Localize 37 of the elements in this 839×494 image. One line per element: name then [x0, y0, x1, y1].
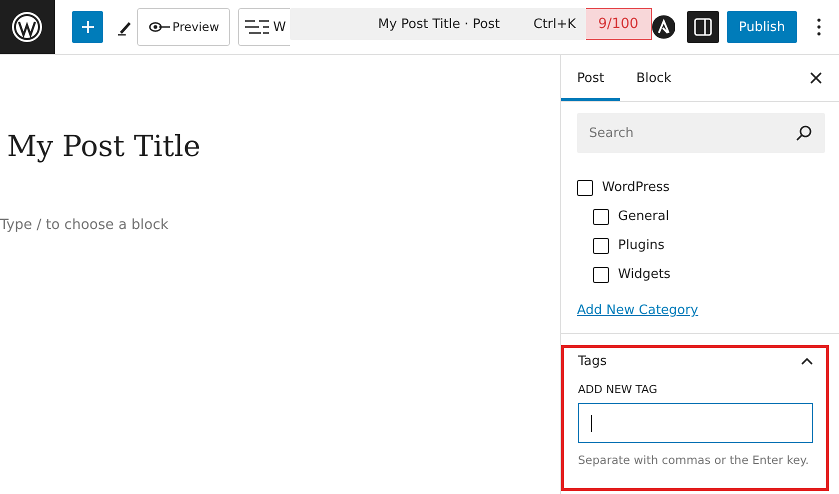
checkbox[interactable]	[593, 238, 609, 254]
wordpress-logo-icon[interactable]	[0, 0, 55, 54]
field-label: ADD NEW TAG	[578, 383, 658, 396]
close-icon[interactable]	[810, 72, 822, 84]
category-label: General	[618, 209, 670, 224]
add-block-button[interactable]	[72, 11, 104, 43]
category-label: Widgets	[618, 267, 671, 282]
search-icon	[796, 125, 812, 141]
sidebar-toggle-button[interactable]	[687, 11, 719, 43]
list-icon	[245, 20, 270, 34]
category-label: WordPress	[602, 180, 670, 195]
help-text: Separate with commas or the Enter key.	[578, 453, 810, 467]
tag-input-field[interactable]	[578, 403, 813, 443]
more-options-icon[interactable]	[817, 18, 821, 36]
category-label: Plugins	[618, 238, 665, 253]
chevron-icon[interactable]	[801, 357, 813, 365]
eye-icon	[148, 21, 170, 33]
panel-title[interactable]: Tags	[578, 354, 607, 368]
command-bar-title: My Post Title · Post	[378, 16, 500, 32]
sidebar-tab[interactable]: Block	[620, 55, 688, 101]
plugin-logo-icon[interactable]	[652, 15, 676, 39]
sidebar-tab[interactable]: Post	[561, 55, 620, 101]
search-field[interactable]: Search	[577, 113, 825, 153]
checkbox[interactable]	[577, 180, 593, 196]
sidebar-icon	[694, 18, 712, 36]
shortcut-hint: Ctrl+K	[533, 16, 576, 32]
add-category-link[interactable]: Add New Category	[577, 303, 698, 318]
publish-button[interactable]: Publish	[726, 11, 798, 43]
checkbox[interactable]	[593, 266, 609, 282]
plus-icon	[80, 20, 95, 34]
checkbox[interactable]	[593, 208, 609, 224]
preview-button[interactable]: Preview	[137, 8, 230, 46]
score-badge[interactable]: 9/100	[586, 8, 652, 40]
block-placeholder[interactable]: Type / to choose a block	[0, 217, 560, 233]
list-view-button[interactable]: W	[238, 8, 290, 46]
post-title[interactable]: My Post Title	[7, 129, 560, 163]
command-bar[interactable]: My Post Title · Post Ctrl+K	[290, 8, 586, 40]
